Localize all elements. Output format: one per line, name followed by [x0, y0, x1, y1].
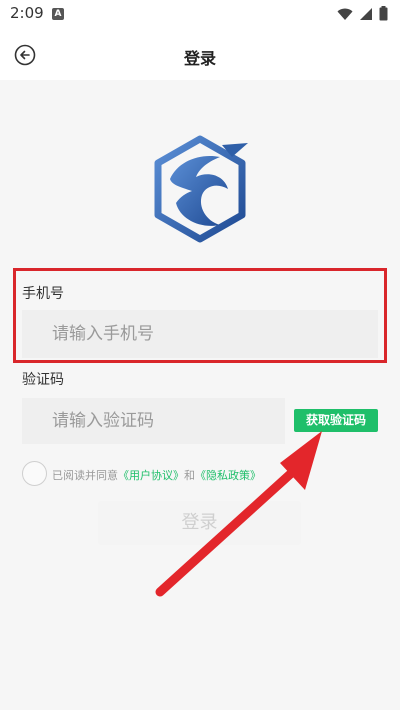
- privacy-policy-link[interactable]: 《隐私政策》: [195, 469, 261, 482]
- login-button[interactable]: 登录: [98, 501, 301, 545]
- user-agreement-link[interactable]: 《用户协议》: [118, 469, 184, 482]
- get-code-button[interactable]: 获取验证码: [294, 409, 378, 432]
- wifi-icon: [337, 8, 353, 20]
- status-bar: 2:09 A: [0, 0, 400, 28]
- agreement-and: 和: [184, 469, 195, 482]
- status-icons: [337, 6, 388, 21]
- agreement-prefix: 已阅读并同意: [52, 469, 118, 482]
- phone-input[interactable]: [22, 310, 378, 358]
- code-label: 验证码: [22, 372, 64, 388]
- signal-icon: [360, 7, 372, 20]
- agreement-checkbox[interactable]: [22, 461, 47, 486]
- agreement-text: 已阅读并同意《用户协议》和《隐私政策》: [52, 467, 261, 483]
- status-time: 2:09: [10, 4, 44, 22]
- app-logo: [154, 135, 248, 243]
- notification-app-icon: A: [52, 8, 64, 20]
- verification-code-input[interactable]: [22, 398, 285, 444]
- battery-icon: [379, 6, 388, 21]
- page-title: 登录: [183, 49, 216, 68]
- phone-label: 手机号: [22, 286, 64, 302]
- agreement-row: 已阅读并同意《用户协议》和《隐私政策》: [22, 461, 382, 487]
- app-header: 登录: [0, 28, 400, 80]
